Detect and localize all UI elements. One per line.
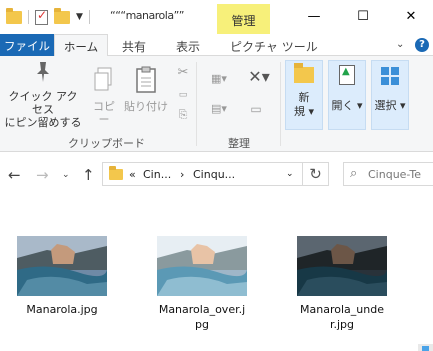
search-input[interactable]: ⌕ Cinque-Te [343, 162, 433, 186]
breadcrumb-item[interactable]: Cinqu... [193, 168, 235, 181]
expand-ribbon-chevron-icon[interactable]: ⌄ [396, 39, 404, 50]
navigation-bar: ← → ⌄ ↑ « Cin... › Cinqu... ⌄ ↻ ⌕ Cinque… [0, 152, 433, 196]
recent-locations-chevron-icon[interactable]: ⌄ [62, 170, 70, 180]
pin-icon [33, 60, 53, 84]
title-bar: ▼ “““manarola”” 管理 — ☐ ✕ [0, 0, 433, 34]
back-arrow-icon[interactable]: ← [8, 166, 21, 184]
new-folder-icon[interactable] [54, 7, 70, 24]
group-divider [196, 62, 197, 146]
image-thumbnail [17, 236, 107, 296]
file-name: Manarola_under.jpg [300, 303, 384, 331]
view-toggle-icon[interactable] [418, 344, 433, 351]
paste-label: 貼り付け [124, 100, 168, 113]
new-button[interactable]: 新 規 ▾ [285, 60, 323, 130]
rename-icon[interactable]: ▭ [246, 102, 266, 116]
folder-icon [6, 7, 22, 24]
window-title: “““manarola”” [110, 9, 184, 22]
open-icon [339, 65, 355, 85]
select-icon [381, 67, 399, 85]
breadcrumb-item[interactable]: Cin... [143, 168, 171, 181]
address-dropdown-chevron-icon[interactable]: ⌄ [286, 169, 294, 179]
ribbon: クイック アクセス にピン留めする コピー 貼り付け ✂ ▭ ⎘ クリップボード… [0, 56, 433, 152]
organize-group-label: 整理 [228, 137, 250, 150]
up-arrow-icon[interactable]: ↑ [82, 166, 95, 184]
minimize-button[interactable]: — [291, 0, 337, 33]
properties-icon[interactable] [35, 8, 48, 25]
group-divider [280, 62, 281, 146]
divider [28, 10, 29, 24]
search-placeholder: Cinque-Te [368, 168, 422, 181]
file-name: Manarola_over.jpg [158, 303, 246, 331]
divider [88, 10, 90, 24]
open-button[interactable]: 開く ▾ [328, 60, 366, 130]
pin-label-line1: クイック アクセス [8, 90, 78, 116]
file-item[interactable]: Manarola_under.jpg [297, 236, 387, 332]
tab-share[interactable]: 共有 [122, 38, 146, 55]
file-item[interactable]: Manarola.jpg [17, 236, 107, 317]
folder-icon [109, 166, 123, 180]
copy-label: コピー [93, 100, 115, 126]
customize-qat-arrow-icon[interactable]: ▼ [76, 12, 83, 22]
delete-icon[interactable]: ✕▾ [246, 69, 272, 85]
select-label: 選択 ▾ [374, 99, 406, 112]
image-thumbnail [297, 236, 387, 296]
tab-home[interactable]: ホーム [54, 34, 108, 57]
new-label-line2: 規 ▾ [293, 105, 315, 118]
tab-file[interactable]: ファイル [0, 34, 54, 56]
breadcrumb-separator-icon[interactable]: › [180, 168, 184, 181]
new-folder-icon [294, 63, 314, 83]
pin-label-line2: にピン留めする [4, 116, 82, 129]
open-label: 開く ▾ [331, 99, 363, 112]
address-bar[interactable]: « Cin... › Cinqu... ⌄ [102, 162, 329, 186]
file-item[interactable]: Manarola_over.jpg [157, 236, 247, 332]
maximize-button[interactable]: ☐ [340, 0, 386, 33]
copy-path-icon[interactable]: ▭ [176, 88, 190, 102]
tab-picture-tools[interactable]: ピクチャ ツール [230, 38, 318, 55]
image-thumbnail [157, 236, 247, 296]
pin-to-quick-access-button[interactable]: クイック アクセス にピン留めする [4, 60, 82, 129]
select-button[interactable]: 選択 ▾ [371, 60, 409, 130]
cut-icon[interactable]: ✂ [176, 66, 190, 80]
move-to-icon[interactable]: ▦▾ [206, 72, 232, 86]
tab-view[interactable]: 表示 [176, 38, 200, 55]
copy-icon [91, 66, 117, 94]
copy-to-icon[interactable]: ▤▾ [206, 102, 232, 116]
new-label-line1: 新 [298, 91, 310, 104]
file-name: Manarola.jpg [26, 303, 98, 316]
copy-button[interactable]: コピー [88, 66, 120, 126]
refresh-icon[interactable]: ↻ [302, 162, 329, 186]
forward-arrow-icon[interactable]: → [36, 166, 49, 184]
close-button[interactable]: ✕ [388, 0, 433, 33]
breadcrumb-overflow[interactable]: « [129, 168, 136, 181]
clipboard-group-label: クリップボード [68, 137, 145, 150]
paste-button[interactable]: 貼り付け [124, 66, 168, 113]
paste-icon [133, 66, 159, 94]
help-icon[interactable]: ? [415, 38, 429, 52]
paste-shortcut-icon[interactable]: ⎘ [176, 108, 190, 122]
ribbon-tabs: ファイル ホーム 共有 表示 ピクチャ ツール ⌄ [0, 34, 433, 57]
search-icon: ⌕ [350, 166, 358, 181]
quick-access-toolbar: ▼ [6, 7, 90, 26]
tab-manage[interactable]: 管理 [217, 4, 270, 34]
